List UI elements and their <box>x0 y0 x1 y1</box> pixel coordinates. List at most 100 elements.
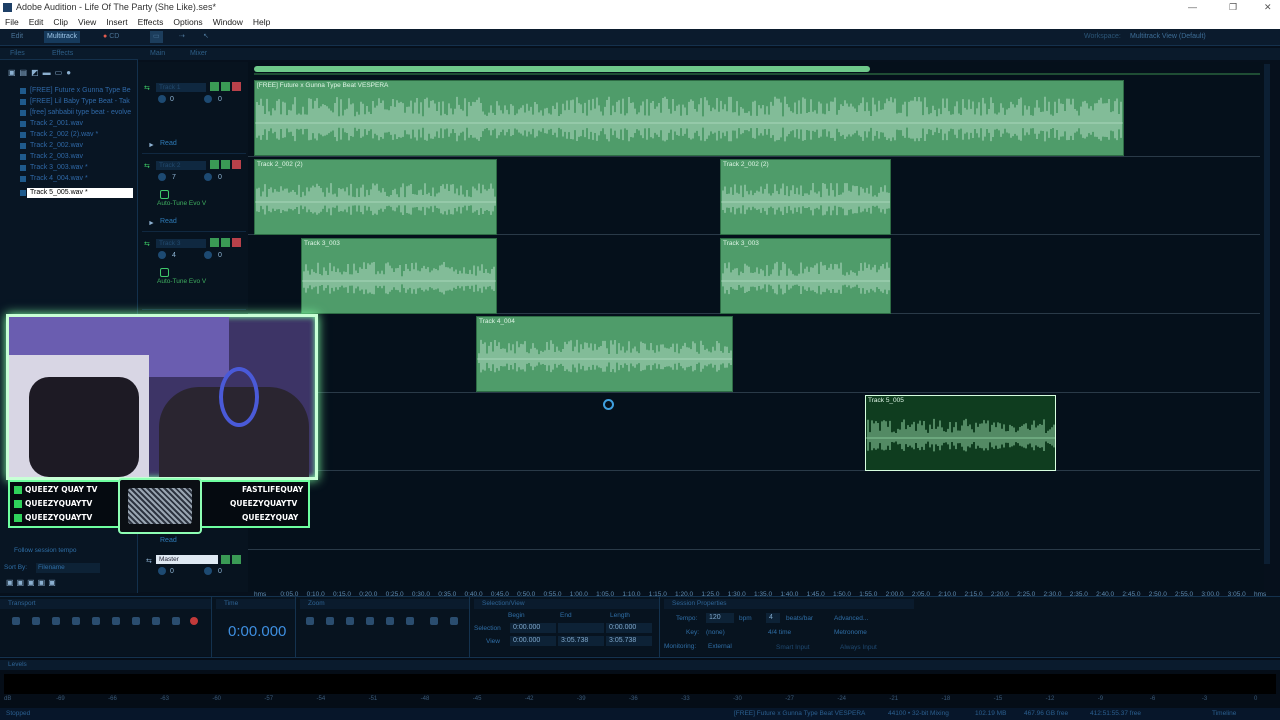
menu-file[interactable]: File <box>0 15 24 29</box>
monitoring-select[interactable]: External <box>708 643 732 650</box>
file-item[interactable]: [FREE] Lil Baby Type Beat - Tak <box>30 97 130 107</box>
zoom-in-vertical-button[interactable] <box>430 617 438 625</box>
menu-view[interactable]: View <box>73 15 101 29</box>
track-name-field[interactable]: Track 1 <box>156 83 206 92</box>
tool-hybrid[interactable]: ⇢ <box>176 31 188 43</box>
metronome-toggle[interactable]: Metronome <box>834 629 867 636</box>
timeline-area[interactable]: [FREE] Future x Gunna Type Beat VESPERA … <box>248 62 1266 598</box>
zoom-selection-button[interactable] <box>406 617 414 625</box>
automation-mode[interactable]: Read <box>160 218 177 225</box>
pan-knob[interactable] <box>204 173 212 181</box>
master-volume-knob[interactable] <box>158 567 166 575</box>
file-item[interactable]: Track 4_004.wav * <box>30 174 88 184</box>
audio-clip-selected[interactable]: Track 5_005 <box>865 395 1056 471</box>
audio-clip[interactable]: Track 4_004 <box>476 316 733 392</box>
file-item[interactable]: Track 2_001.wav <box>30 119 83 129</box>
solo-button[interactable] <box>221 160 230 169</box>
pause-button[interactable] <box>52 617 60 625</box>
audio-clip[interactable]: Track 2_002 (2) <box>254 159 497 235</box>
file-item[interactable]: [FREE] Future x Gunna Type Be <box>30 86 131 96</box>
cd-view-button[interactable]: ● CD <box>100 31 122 43</box>
track-expand-icon[interactable]: ⇆ <box>144 240 150 248</box>
maximize-button[interactable]: ❐ <box>1229 0 1237 15</box>
tool-time-selection[interactable]: ▭ <box>150 31 163 43</box>
mute-button[interactable] <box>210 160 219 169</box>
track-name-field[interactable]: Track 3 <box>156 239 206 248</box>
track-expand-icon[interactable]: ⇆ <box>144 162 150 170</box>
files-toolbar[interactable]: ▣▤◩▬▭● <box>8 68 75 77</box>
fx-power-button[interactable] <box>160 190 169 199</box>
selection-length-field[interactable]: 0:00.000 <box>606 623 652 633</box>
record-arm-button[interactable] <box>232 82 241 91</box>
solo-button[interactable] <box>221 82 230 91</box>
file-item[interactable]: Track 2_002.wav <box>30 141 83 151</box>
master-mute-button[interactable] <box>221 555 230 564</box>
play-from-cursor-button[interactable] <box>72 617 80 625</box>
menu-options[interactable]: Options <box>168 15 207 29</box>
stop-button[interactable] <box>12 617 20 625</box>
go-to-start-button[interactable] <box>112 617 120 625</box>
always-input-option[interactable]: Always Input <box>840 644 877 651</box>
master-name-field[interactable]: Master <box>156 555 218 564</box>
track-effect[interactable]: Auto-Tune Evo V <box>157 278 206 285</box>
mute-button[interactable] <box>210 238 219 247</box>
workspace-select[interactable]: Multitrack View (Default) <box>1130 33 1206 40</box>
volume-knob[interactable] <box>158 251 166 259</box>
audio-clip[interactable]: Track 3_003 <box>720 238 891 314</box>
time-signature-select[interactable]: 4/4 time <box>768 629 791 636</box>
view-end-field[interactable]: 3:05.738 <box>558 636 604 646</box>
menu-insert[interactable]: Insert <box>101 15 132 29</box>
track-name-field[interactable]: Track 2 <box>156 161 206 170</box>
master-automation-mode[interactable]: Read <box>160 537 177 544</box>
zoom-in-amplitude-button[interactable] <box>306 617 314 625</box>
tempo-field[interactable]: 120 <box>706 613 734 623</box>
volume-knob[interactable] <box>158 173 166 181</box>
file-item[interactable]: Track 2_002 (2).wav * <box>30 130 98 140</box>
track-expand-arrow[interactable]: ► <box>148 142 155 149</box>
horizontal-scrollbar[interactable] <box>254 66 870 72</box>
loop-button[interactable] <box>92 617 100 625</box>
sort-by-select[interactable]: Filename <box>36 563 100 573</box>
fx-power-button[interactable] <box>160 268 169 277</box>
audio-clip[interactable]: [FREE] Future x Gunna Type Beat VESPERA <box>254 80 1124 156</box>
beats-field[interactable]: 4 <box>766 613 780 623</box>
zoom-out-button[interactable] <box>386 617 394 625</box>
track-expand-icon[interactable]: ⇆ <box>144 84 150 92</box>
mute-button[interactable] <box>210 82 219 91</box>
menu-effects[interactable]: Effects <box>133 15 169 29</box>
record-button[interactable] <box>190 617 198 625</box>
tab-mixer[interactable]: Mixer <box>190 49 207 59</box>
view-length-field[interactable]: 3:05.738 <box>606 636 652 646</box>
multitrack-view-button[interactable]: Multitrack <box>44 31 80 43</box>
record-arm-button[interactable] <box>232 160 241 169</box>
automation-mode[interactable]: Read <box>160 140 177 147</box>
zoom-out-full-button[interactable] <box>346 617 354 625</box>
key-select[interactable]: (none) <box>706 629 725 636</box>
edit-view-button[interactable]: Edit <box>8 31 26 43</box>
menu-help[interactable]: Help <box>248 15 275 29</box>
rewind-button[interactable] <box>132 617 140 625</box>
pan-knob[interactable] <box>204 251 212 259</box>
minimize-button[interactable]: — <box>1188 0 1197 15</box>
tab-main[interactable]: Main <box>150 49 165 59</box>
fast-forward-button[interactable] <box>152 617 160 625</box>
play-button[interactable] <box>32 617 40 625</box>
selection-begin-field[interactable]: 0:00.000 <box>510 623 556 633</box>
audio-clip[interactable]: Track 2_002 (2) <box>720 159 891 235</box>
master-pan-knob[interactable] <box>204 567 212 575</box>
master-solo-button[interactable] <box>232 555 241 564</box>
record-arm-button[interactable] <box>232 238 241 247</box>
close-button[interactable]: ✕ <box>1264 0 1272 15</box>
tool-move[interactable]: ↖ <box>200 31 212 43</box>
menu-window[interactable]: Window <box>208 15 248 29</box>
smart-input-option[interactable]: Smart Input <box>776 644 810 651</box>
track-effect[interactable]: Auto-Tune Evo V <box>157 200 206 207</box>
menu-edit[interactable]: Edit <box>24 15 49 29</box>
file-item[interactable]: Track 2_003.wav <box>30 152 83 162</box>
view-begin-field[interactable]: 0:00.000 <box>510 636 556 646</box>
pan-knob[interactable] <box>204 95 212 103</box>
tab-files[interactable]: Files <box>10 49 25 59</box>
zoom-out-amplitude-button[interactable] <box>326 617 334 625</box>
advanced-button[interactable]: Advanced... <box>834 615 868 622</box>
file-item[interactable]: Track 3_003.wav * <box>30 163 88 173</box>
